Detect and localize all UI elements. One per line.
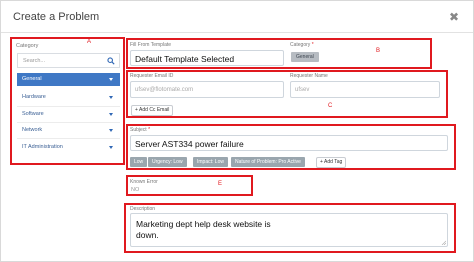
subject-label: Subject *: [130, 127, 151, 133]
sidebar-item-hardware[interactable]: Hardware: [17, 91, 120, 104]
dialog-titlebar: Create a Problem ✖: [1, 1, 473, 33]
category-field-label: Category *: [290, 42, 314, 48]
description-textarea[interactable]: Marketing dept help desk website is down…: [130, 213, 448, 247]
requester-name-value: ufsev: [295, 87, 310, 93]
divider: [17, 106, 120, 107]
close-icon[interactable]: ✖: [449, 11, 459, 23]
divider: [17, 138, 120, 139]
sidebar-item-label: General: [22, 76, 42, 82]
divider: [17, 122, 120, 123]
resize-handle-icon[interactable]: [441, 240, 446, 245]
annotation-label-c: C: [328, 103, 333, 109]
requester-email-label: Requester Email ID: [130, 73, 174, 79]
chevron-down-icon: [109, 78, 113, 81]
search-icon[interactable]: [107, 57, 115, 65]
template-select[interactable]: Default Template Selected: [130, 50, 284, 66]
requester-email-value: ufsev@flotomate.com: [135, 87, 194, 93]
tag-priority[interactable]: Low: [130, 157, 148, 167]
template-label: Fill From Template: [130, 42, 172, 48]
sidebar-item-network[interactable]: Network: [17, 124, 120, 137]
annotation-label-a: A: [87, 39, 92, 45]
requester-name-label: Requester Name: [290, 73, 328, 79]
description-value: Marketing dept help desk website is down…: [136, 219, 271, 240]
tag-nature-of-problem[interactable]: Nature of Problem: Pro Active: [231, 157, 305, 167]
subject-input[interactable]: Server AST334 power failure: [130, 135, 448, 151]
add-tag-button[interactable]: + Add Tag: [316, 157, 347, 168]
chevron-down-icon: [109, 96, 113, 99]
category-label: Category: [16, 43, 39, 49]
sidebar-item-label: Network: [22, 127, 43, 133]
sidebar-item-label: IT Administration: [22, 144, 63, 150]
chevron-down-icon: [109, 113, 113, 116]
chevron-down-icon: [109, 146, 113, 149]
category-search-input[interactable]: Search...: [17, 53, 120, 68]
sidebar-item-it-administration[interactable]: IT Administration: [17, 141, 120, 154]
known-error-label: Known Error: [130, 179, 158, 185]
template-value: Default Template Selected: [135, 54, 235, 64]
description-label: Description: [130, 206, 156, 212]
search-placeholder: Search...: [23, 58, 46, 64]
add-cc-email-button[interactable]: + Add Cc Email: [131, 105, 174, 116]
annotation-label-b: B: [376, 48, 381, 54]
sidebar-item-general[interactable]: General: [17, 73, 120, 86]
sidebar-item-label: Hardware: [22, 94, 46, 100]
chevron-down-icon: [109, 129, 113, 132]
annotation-label-e: E: [218, 181, 223, 187]
requester-name-field[interactable]: ufsev: [290, 81, 440, 98]
dialog-title: Create a Problem: [13, 11, 100, 23]
category-badge[interactable]: General: [291, 52, 319, 62]
tag-urgency[interactable]: Urgency: Low: [148, 157, 187, 167]
tag-impact[interactable]: Impact: Low: [193, 157, 228, 167]
sidebar-item-label: Software: [22, 111, 44, 117]
known-error-value[interactable]: NO: [131, 187, 139, 193]
sidebar-item-software[interactable]: Software: [17, 108, 120, 121]
requester-email-field[interactable]: ufsev@flotomate.com: [130, 81, 284, 98]
subject-value: Server AST334 power failure: [135, 139, 244, 149]
